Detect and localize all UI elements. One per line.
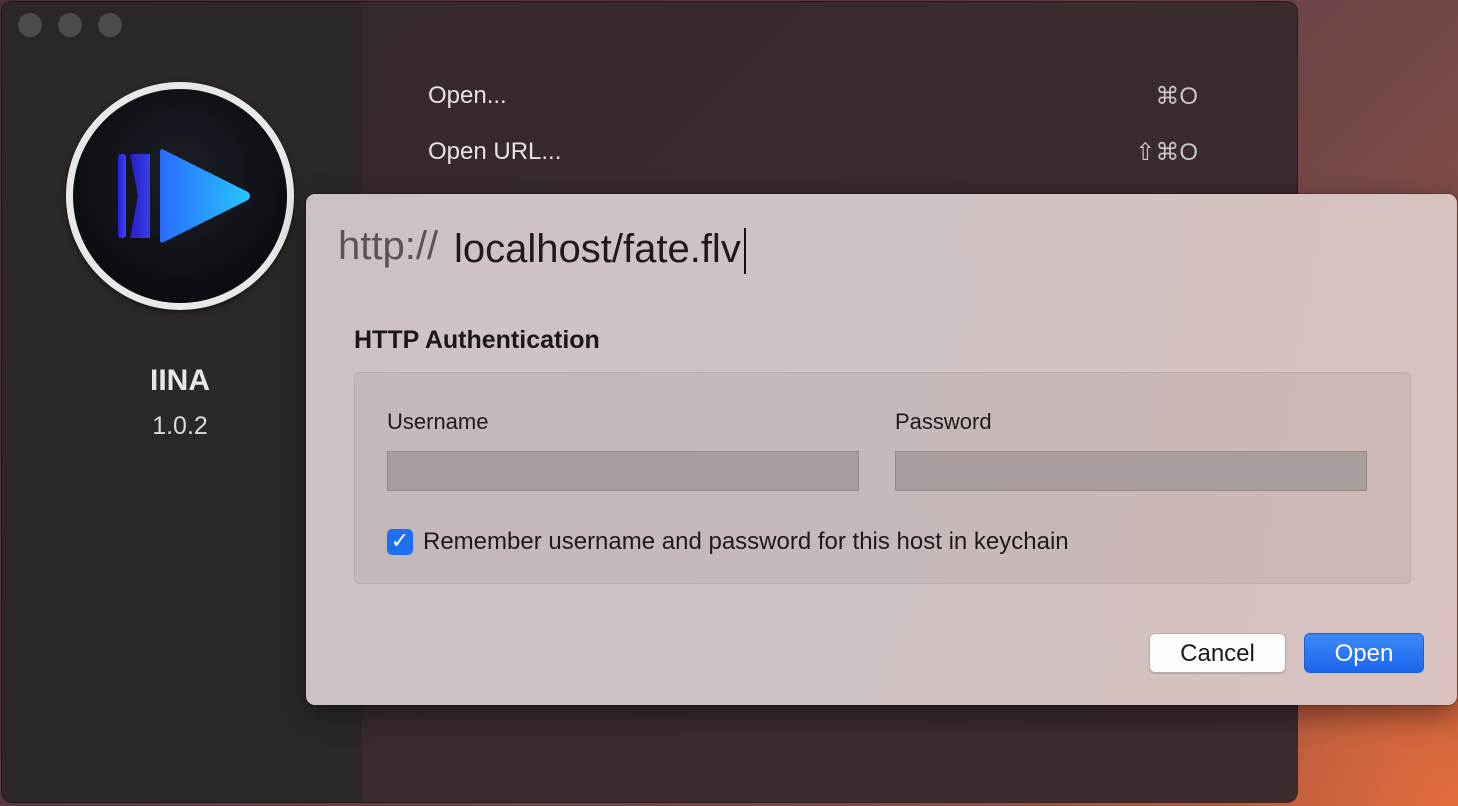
play-icon xyxy=(118,149,250,243)
checkmark-icon: ✓ xyxy=(390,529,410,554)
url-scheme-prefix: http:// xyxy=(338,224,439,268)
password-label: Password xyxy=(895,409,992,434)
cancel-button[interactable]: Cancel xyxy=(1149,633,1286,673)
http-auth-heading: HTTP Authentication xyxy=(354,326,600,354)
menu-item-shortcut: ⌘O xyxy=(1155,83,1198,110)
username-label: Username xyxy=(387,409,489,434)
window-zoom-button[interactable] xyxy=(98,13,122,37)
username-field[interactable] xyxy=(387,451,859,491)
http-auth-panel: Username Password ✓ Remember username an… xyxy=(354,372,1411,584)
remember-checkbox[interactable]: ✓ xyxy=(387,529,413,555)
menu-item-label: Open URL... xyxy=(428,138,562,165)
remember-checkbox-label[interactable]: Remember username and password for this … xyxy=(423,528,1069,556)
window-close-button[interactable] xyxy=(18,13,42,37)
app-logo xyxy=(66,82,294,310)
open-url-dialog: http:// HTTP Authentication Username Pas… xyxy=(306,194,1457,705)
window-minimize-button[interactable] xyxy=(58,13,82,37)
open-button[interactable]: Open xyxy=(1304,633,1424,673)
menu-item-open-url[interactable]: Open URL... ⇧⌘O xyxy=(428,138,1198,174)
menu-item-label: Open... xyxy=(428,82,507,109)
password-field[interactable] xyxy=(895,451,1367,491)
text-caret xyxy=(744,228,746,274)
menu-item-shortcut: ⇧⌘O xyxy=(1135,139,1198,166)
url-input[interactable] xyxy=(454,222,1154,276)
app-version: 1.0.2 xyxy=(152,412,208,440)
app-name: IINA xyxy=(150,364,210,397)
menu-item-open[interactable]: Open... ⌘O xyxy=(428,82,1198,118)
